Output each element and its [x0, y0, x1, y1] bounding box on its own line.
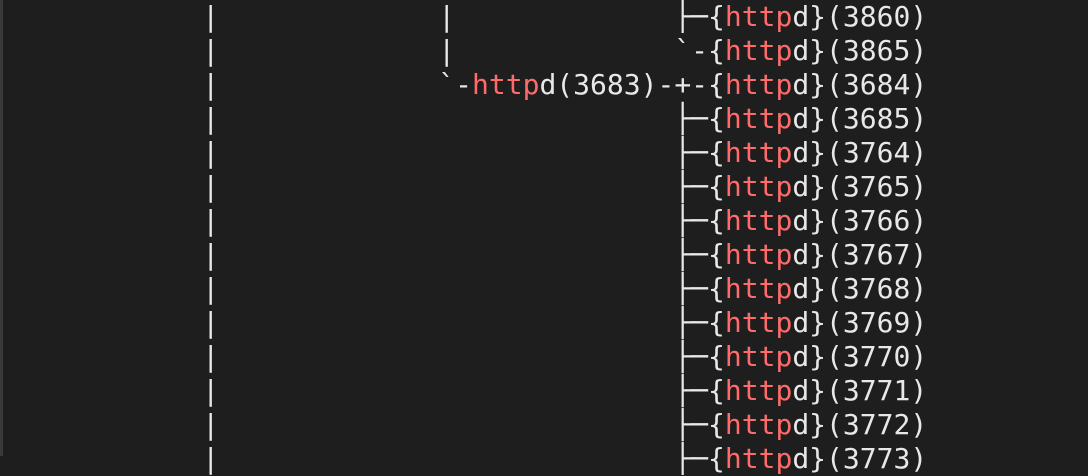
terminal-text: | ├─{	[0, 442, 725, 475]
terminal-line: | ├─{httpd}(3772)	[0, 408, 927, 442]
terminal-text: d}(3764)	[792, 136, 928, 169]
search-match: http	[724, 136, 793, 169]
terminal-text: d}(3685)	[792, 102, 928, 135]
terminal-text: | ├─{	[0, 170, 725, 203]
terminal-line: | ├─{httpd}(3685)	[0, 102, 927, 136]
terminal-text: d}(3771)	[792, 374, 928, 407]
terminal-text: d}(3684)	[792, 68, 928, 101]
terminal-text: d(3683)-+-{	[539, 68, 725, 101]
terminal-line: | ├─{httpd}(3765)	[0, 170, 927, 204]
terminal-text: | ├─{	[0, 340, 725, 373]
terminal-line: | | ├─{httpd}(3860)	[0, 0, 927, 34]
terminal-text: | ├─{	[0, 272, 725, 305]
terminal-text: | | `-{	[0, 34, 725, 67]
search-match: http	[724, 340, 793, 373]
search-match: http	[724, 102, 793, 135]
terminal-text: | ├─{	[0, 408, 725, 441]
terminal-text: d}(3860)	[792, 0, 928, 33]
terminal-text: | `-	[0, 68, 473, 101]
terminal-text: d}(3765)	[792, 170, 928, 203]
search-match: http	[724, 204, 793, 237]
search-match: http	[724, 374, 793, 407]
terminal-text: | ├─{	[0, 306, 725, 339]
terminal-text: d}(3865)	[792, 34, 928, 67]
terminal-text: d}(3768)	[792, 272, 928, 305]
terminal-line: | ├─{httpd}(3766)	[0, 204, 927, 238]
terminal-text: | ├─{	[0, 374, 725, 407]
terminal-text: d}(3767)	[792, 238, 928, 271]
terminal-line: | ├─{httpd}(3767)	[0, 238, 927, 272]
search-match: http	[724, 238, 793, 271]
search-match: http	[724, 306, 793, 339]
terminal-text: | ├─{	[0, 238, 725, 271]
terminal-line: | ├─{httpd}(3770)	[0, 340, 927, 374]
terminal-line: | ├─{httpd}(3769)	[0, 306, 927, 340]
terminal-line: | ├─{httpd}(3771)	[0, 374, 927, 408]
search-match: http	[724, 408, 793, 441]
terminal-text: d}(3772)	[792, 408, 928, 441]
terminal-text: d}(3766)	[792, 204, 928, 237]
terminal-text: | ├─{	[0, 136, 725, 169]
terminal-line: | ├─{httpd}(3764)	[0, 136, 927, 170]
search-match: http	[724, 442, 793, 475]
terminal-line: | | `-{httpd}(3865)	[0, 34, 927, 68]
pstree-output: | | ├─{httpd}(3860) | | `-{httpd}(3865) …	[0, 0, 927, 476]
terminal-window[interactable]: | | ├─{httpd}(3860) | | `-{httpd}(3865) …	[0, 0, 1088, 475]
terminal-text: d}(3769)	[792, 306, 928, 339]
terminal-text: | ├─{	[0, 204, 725, 237]
search-match: http	[724, 272, 793, 305]
terminal-line: | ├─{httpd}(3773)	[0, 442, 927, 476]
terminal-line: | `-httpd(3683)-+-{httpd}(3684)	[0, 68, 927, 102]
search-match: http	[724, 0, 793, 33]
search-match: http	[472, 68, 540, 101]
terminal-text: | | ├─{	[0, 0, 725, 33]
search-match: http	[724, 68, 793, 101]
search-match: http	[724, 170, 793, 203]
terminal-line: | ├─{httpd}(3768)	[0, 272, 927, 306]
search-match: http	[724, 34, 793, 67]
terminal-text: d}(3773)	[792, 442, 928, 475]
terminal-text: | ├─{	[0, 102, 725, 135]
terminal-text: d}(3770)	[792, 340, 928, 373]
